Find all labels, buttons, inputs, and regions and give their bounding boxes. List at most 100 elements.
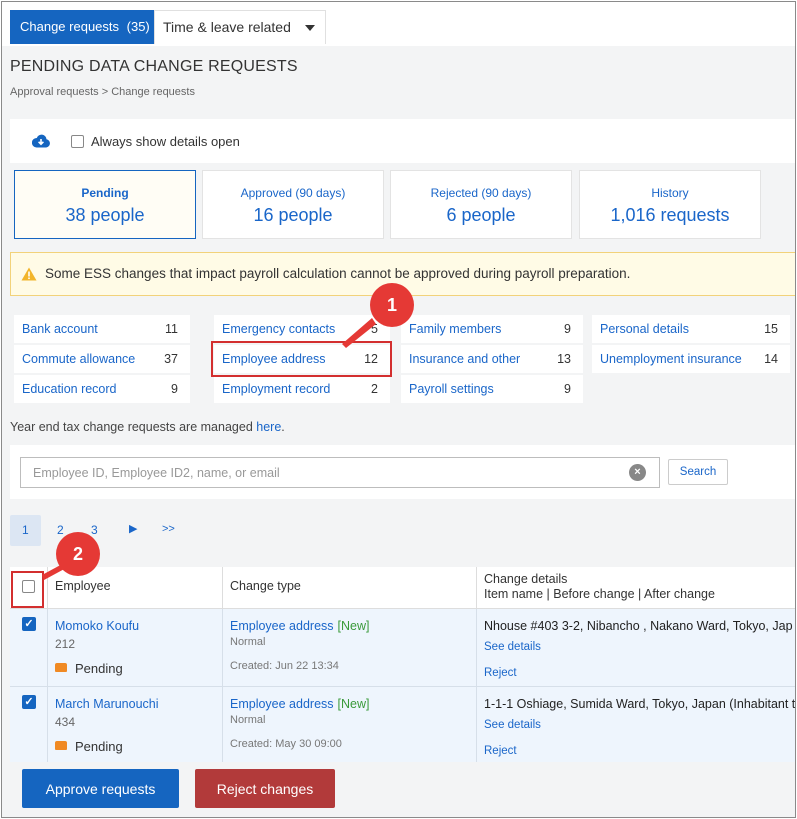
reject-link[interactable]: Reject [484,745,517,757]
new-tag: [New] [337,619,370,633]
category-payroll-settings[interactable]: Payroll settings 9 [401,375,583,403]
category-count: 14 [764,352,778,366]
here-link[interactable]: here [256,420,281,434]
warning-text: Some ESS changes that impact payroll cal… [45,266,631,281]
header-change-type-label: Change type [230,579,301,593]
category-employment-record[interactable]: Employment record 2 [214,375,390,403]
card-pending[interactable]: Pending 38 people [14,170,196,239]
action-footer: Approve requests Reject changes [10,762,795,817]
employee-id: 212 [55,637,76,651]
employee-cell: Momoko Koufu 212 Pending [48,609,223,687]
see-details-link[interactable]: See details [484,719,541,731]
category-label: Insurance and other [409,352,521,366]
card-rejected[interactable]: Rejected (90 days) 6 people [390,170,572,239]
annotation-marker-1: 1 [370,283,414,327]
see-details-link[interactable]: See details [484,641,541,653]
change-priority: Normal [230,714,266,726]
category-insurance-other[interactable]: Insurance and other 13 [401,345,583,373]
category-count: 37 [164,352,178,366]
change-type-cell: Employee address [New] Normal Created: Ju… [223,609,477,687]
tab-time-leave[interactable]: Time & leave related [154,10,326,44]
category-count: 15 [764,322,778,336]
always-show-checkbox[interactable] [71,135,84,148]
change-details-cell: Nhouse #403 3-2, Nibancho , Nakano Ward,… [477,609,795,687]
search-button[interactable]: Search [668,459,728,485]
clear-icon[interactable]: × [629,464,646,481]
category-personal-details[interactable]: Personal details 15 [592,315,790,343]
card-approved[interactable]: Approved (90 days) 16 people [202,170,384,239]
tab-time-leave-label: Time & leave related [163,19,291,35]
approve-requests-button[interactable]: Approve requests [22,769,179,808]
app-frame: Change requests (35) Time & leave relate… [1,1,796,818]
category-label: Personal details [600,322,689,336]
always-show-label: Always show details open [91,134,240,149]
change-type: Employee address [New] [230,619,369,633]
page-3[interactable]: 3 [91,523,98,537]
tab-bar: Change requests (35) Time & leave relate… [2,2,795,46]
pending-icon [55,663,67,672]
page-2[interactable]: 2 [57,523,64,537]
employee-name[interactable]: Momoko Koufu [55,619,139,633]
card-history[interactable]: History 1,016 requests [579,170,761,239]
row-checkbox[interactable]: ✓ [22,617,36,631]
note-suffix: . [281,420,285,434]
change-type-link[interactable]: Employee address [230,619,334,633]
employee-cell: March Marunouchi 434 Pending [48,687,223,765]
warning-triangle-icon [21,267,37,281]
card-pending-value: 38 people [65,205,145,225]
reject-changes-button[interactable]: Reject changes [195,769,335,808]
annotation-marker-2: 2 [56,532,100,576]
year-end-tax-note: Year end tax change requests are managed… [10,420,285,434]
table-row[interactable]: ✓ March Marunouchi 434 Pending Employee … [10,687,795,765]
category-bank-account[interactable]: Bank account 11 [14,315,190,343]
card-approved-value: 16 people [253,205,333,225]
category-count: 9 [564,322,571,336]
category-count: 2 [371,382,378,396]
card-history-value: 1,016 requests [610,205,730,225]
category-count: 9 [564,382,571,396]
table-row[interactable]: ✓ Momoko Koufu 212 Pending Employee addr… [10,609,795,687]
last-page-icon[interactable]: >> [162,523,175,535]
search-input[interactable] [20,457,660,488]
employee-id: 434 [55,715,76,729]
employee-name[interactable]: March Marunouchi [55,697,159,711]
status-badge: Pending [55,661,123,676]
category-label: Education record [22,382,117,396]
category-education-record[interactable]: Education record 9 [14,375,190,403]
category-label: Unemployment insurance [600,352,742,366]
page-1[interactable]: 1 [22,523,29,537]
category-commute-allowance[interactable]: Commute allowance 37 [14,345,190,373]
change-details-cell: 1-1-1 Oshiage, Sumida Ward, Tokyo, Japan… [477,687,795,765]
page-title: PENDING DATA CHANGE REQUESTS [10,58,298,75]
category-label: Commute allowance [22,352,136,366]
card-rejected-label: Rejected (90 days) [430,186,532,200]
header-employee-label: Employee [55,579,111,593]
tab-change-requests-label: Change requests [20,19,120,34]
breadcrumb: Approval requests > Change requests [10,86,195,98]
category-count: 13 [557,352,571,366]
status-text: Pending [75,739,123,754]
change-type-link[interactable]: Employee address [230,697,334,711]
cloud-download-icon[interactable] [32,134,50,148]
tab-change-requests[interactable]: Change requests (35) [10,10,154,44]
header-change-details: Change details Item name | Before change… [477,567,795,609]
toolbar: Always show details open [10,119,795,163]
row-select-cell: ✓ [10,609,48,687]
header-change-type: Change type [223,567,477,609]
header-details-sublabel: Item name | Before change | After change [484,587,715,601]
row-checkbox[interactable]: ✓ [22,695,36,709]
next-page-icon[interactable]: ▶ [129,522,137,535]
change-priority: Normal [230,636,266,648]
card-rejected-value: 6 people [446,205,516,225]
category-family-members[interactable]: Family members 9 [401,315,583,343]
reject-link[interactable]: Reject [484,667,517,679]
requests-table: Employee Change type Change details Item… [10,567,795,765]
card-pending-label: Pending [81,186,129,200]
card-history-label: History [651,186,689,200]
created-date: Created: May 30 09:00 [230,738,342,750]
new-tag: [New] [337,697,370,711]
category-unemployment-insurance[interactable]: Unemployment insurance 14 [592,345,790,373]
category-label: Employment record [222,382,331,396]
callout-pointer-1 [342,318,376,348]
change-type-cell: Employee address [New] Normal Created: Ma… [223,687,477,765]
